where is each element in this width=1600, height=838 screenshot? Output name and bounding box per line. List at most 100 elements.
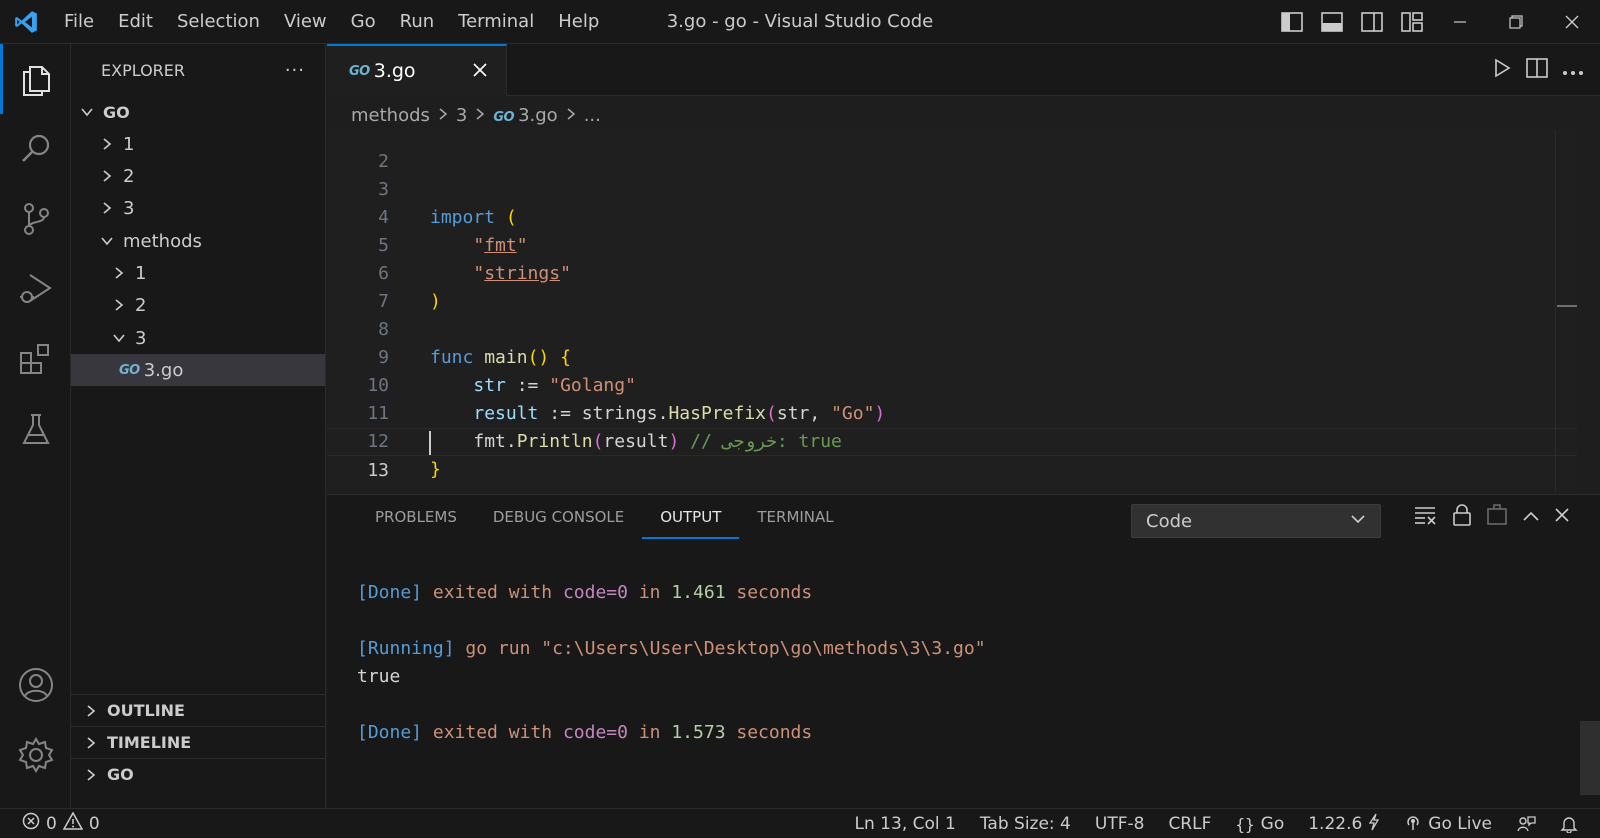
extensions-icon[interactable] bbox=[0, 324, 71, 394]
tab-terminal[interactable]: TERMINAL bbox=[739, 495, 851, 539]
workspace-root[interactable]: GO bbox=[71, 96, 325, 128]
run-and-debug-icon[interactable] bbox=[0, 254, 71, 324]
tab-label: 3.go bbox=[373, 60, 416, 82]
split-editor-icon[interactable] bbox=[1526, 58, 1548, 82]
title-actions bbox=[1272, 0, 1600, 44]
output-line: [Done] exited with code=0 in 1.461 secon… bbox=[357, 582, 813, 603]
vscode-logo-icon bbox=[0, 0, 52, 44]
line-ending[interactable]: CRLF bbox=[1168, 814, 1211, 834]
editor-tab-bar: GO 3.go bbox=[327, 44, 1600, 96]
search-icon[interactable] bbox=[0, 114, 71, 184]
clear-output-icon[interactable] bbox=[1414, 505, 1438, 529]
encoding[interactable]: UTF-8 bbox=[1095, 814, 1145, 834]
menu-edit[interactable]: Edit bbox=[106, 0, 165, 44]
tree-item-file-3go[interactable]: GO 3.go bbox=[71, 354, 325, 386]
menu-view[interactable]: View bbox=[272, 0, 339, 44]
lock-scroll-icon[interactable] bbox=[1452, 504, 1472, 530]
menu-help[interactable]: Help bbox=[546, 0, 611, 44]
tree-item-methods-1[interactable]: 1 bbox=[71, 257, 325, 289]
tab-debug-console[interactable]: DEBUG CONSOLE bbox=[475, 495, 642, 539]
menu-go[interactable]: Go bbox=[339, 0, 388, 44]
tree-item-folder-methods[interactable]: methods bbox=[71, 225, 325, 257]
source-control-icon[interactable] bbox=[0, 184, 71, 254]
tab-size[interactable]: Tab Size: 4 bbox=[980, 814, 1071, 834]
editor-actions bbox=[1492, 44, 1584, 96]
chevron-down-icon bbox=[1350, 511, 1366, 532]
tab-3go[interactable]: GO 3.go bbox=[327, 44, 507, 96]
restore-icon[interactable] bbox=[1488, 0, 1544, 44]
code-line: 7 bbox=[327, 260, 1577, 312]
activity-bar bbox=[0, 44, 71, 808]
output-line-blank bbox=[357, 691, 986, 719]
menu-terminal[interactable]: Terminal bbox=[446, 0, 546, 44]
close-window-icon[interactable] bbox=[1544, 0, 1600, 44]
feedback-icon[interactable] bbox=[1516, 815, 1536, 833]
menu-run[interactable]: Run bbox=[388, 0, 447, 44]
line-number: 13 bbox=[367, 460, 389, 481]
tree-item-label: 3.go bbox=[143, 359, 184, 381]
code-line: 8 func main() { bbox=[327, 288, 1577, 368]
problems-status[interactable]: 0 0 bbox=[0, 811, 100, 835]
language-mode[interactable]: {} Go bbox=[1235, 814, 1284, 834]
editor-scrollbar[interactable] bbox=[1555, 130, 1577, 492]
chevron-right-icon bbox=[109, 298, 129, 312]
chevron-right-icon bbox=[81, 704, 101, 718]
tab-problems[interactable]: PROBLEMS bbox=[357, 495, 475, 539]
close-panel-icon[interactable] bbox=[1554, 507, 1570, 527]
customize-layout-icon[interactable] bbox=[1392, 0, 1432, 44]
explorer-icon[interactable] bbox=[0, 44, 71, 114]
more-actions-icon[interactable] bbox=[1562, 61, 1584, 80]
chevron-down-icon bbox=[109, 331, 129, 345]
explorer-more-button[interactable]: ··· bbox=[285, 60, 305, 81]
tree-item-folder-2[interactable]: 2 bbox=[71, 160, 325, 192]
cursor-position[interactable]: Ln 13, Col 1 bbox=[855, 814, 956, 834]
menu-bar: File Edit Selection View Go Run Terminal… bbox=[52, 0, 611, 44]
bottom-panel: PROBLEMS DEBUG CONSOLE OUTPUT TERMINAL C… bbox=[327, 494, 1600, 808]
tree-item-folder-1[interactable]: 1 bbox=[71, 128, 325, 160]
go-live-label: Go Live bbox=[1428, 814, 1492, 834]
output-line: [Running] go run "c:\Users\User\Desktop\… bbox=[357, 638, 986, 659]
toggle-primary-sidebar-icon[interactable] bbox=[1272, 0, 1312, 44]
minimize-icon[interactable] bbox=[1432, 0, 1488, 44]
accounts-icon[interactable] bbox=[0, 650, 71, 720]
text-cursor bbox=[429, 431, 431, 455]
close-tab-icon[interactable] bbox=[468, 58, 492, 82]
explorer-header: EXPLORER ··· bbox=[71, 44, 325, 96]
output-line-blank bbox=[357, 607, 986, 635]
go-live-button[interactable]: Go Live bbox=[1404, 813, 1492, 836]
go-section[interactable]: GO bbox=[71, 758, 325, 790]
testing-icon[interactable] bbox=[0, 394, 71, 464]
toggle-panel-icon[interactable] bbox=[1312, 0, 1352, 44]
chevron-right-icon bbox=[81, 768, 101, 782]
outline-section[interactable]: OUTLINE bbox=[71, 694, 325, 726]
tree-item-folder-3[interactable]: 3 bbox=[71, 192, 325, 224]
tree-item-methods-2[interactable]: 2 bbox=[71, 289, 325, 321]
code-editor[interactable]: 2 3 import ( 4 "fmt" 5 "strings" 6 ) 7 8… bbox=[327, 130, 1577, 492]
go-section-label: GO bbox=[107, 765, 134, 784]
menu-file[interactable]: File bbox=[52, 0, 106, 44]
tree-item-label: 3 bbox=[135, 327, 147, 349]
menu-selection[interactable]: Selection bbox=[165, 0, 272, 44]
tree-item-label: 2 bbox=[123, 165, 135, 187]
go-version[interactable]: 1.22.6 bbox=[1308, 813, 1380, 836]
maximize-panel-icon[interactable] bbox=[1522, 508, 1540, 527]
chevron-down-icon bbox=[97, 234, 117, 248]
chevron-right-icon bbox=[97, 201, 117, 215]
timeline-section[interactable]: TIMELINE bbox=[71, 726, 325, 758]
output-line: [Done] exited with code=0 in 1.573 secon… bbox=[357, 722, 813, 743]
settings-gear-icon[interactable] bbox=[0, 720, 71, 790]
notifications-bell-icon[interactable] bbox=[1560, 815, 1578, 833]
run-code-icon[interactable] bbox=[1492, 58, 1512, 82]
open-in-editor-icon[interactable] bbox=[1486, 504, 1508, 530]
toggle-secondary-sidebar-icon[interactable] bbox=[1352, 0, 1392, 44]
panel-scrollbar[interactable] bbox=[1580, 721, 1600, 795]
lightning-icon bbox=[1368, 813, 1380, 836]
go-file-icon: GO bbox=[119, 362, 140, 378]
tab-output[interactable]: OUTPUT bbox=[642, 495, 740, 539]
workspace-root-label: GO bbox=[103, 102, 130, 122]
code-line: 10 result := strings.HasPrefix(str, "Go"… bbox=[327, 344, 1577, 424]
output-channel-value: Code bbox=[1146, 510, 1193, 532]
tree-item-methods-3[interactable]: 3 bbox=[71, 322, 325, 354]
output-channel-select[interactable]: Code bbox=[1131, 504, 1381, 538]
go-file-icon: GO bbox=[349, 63, 370, 79]
